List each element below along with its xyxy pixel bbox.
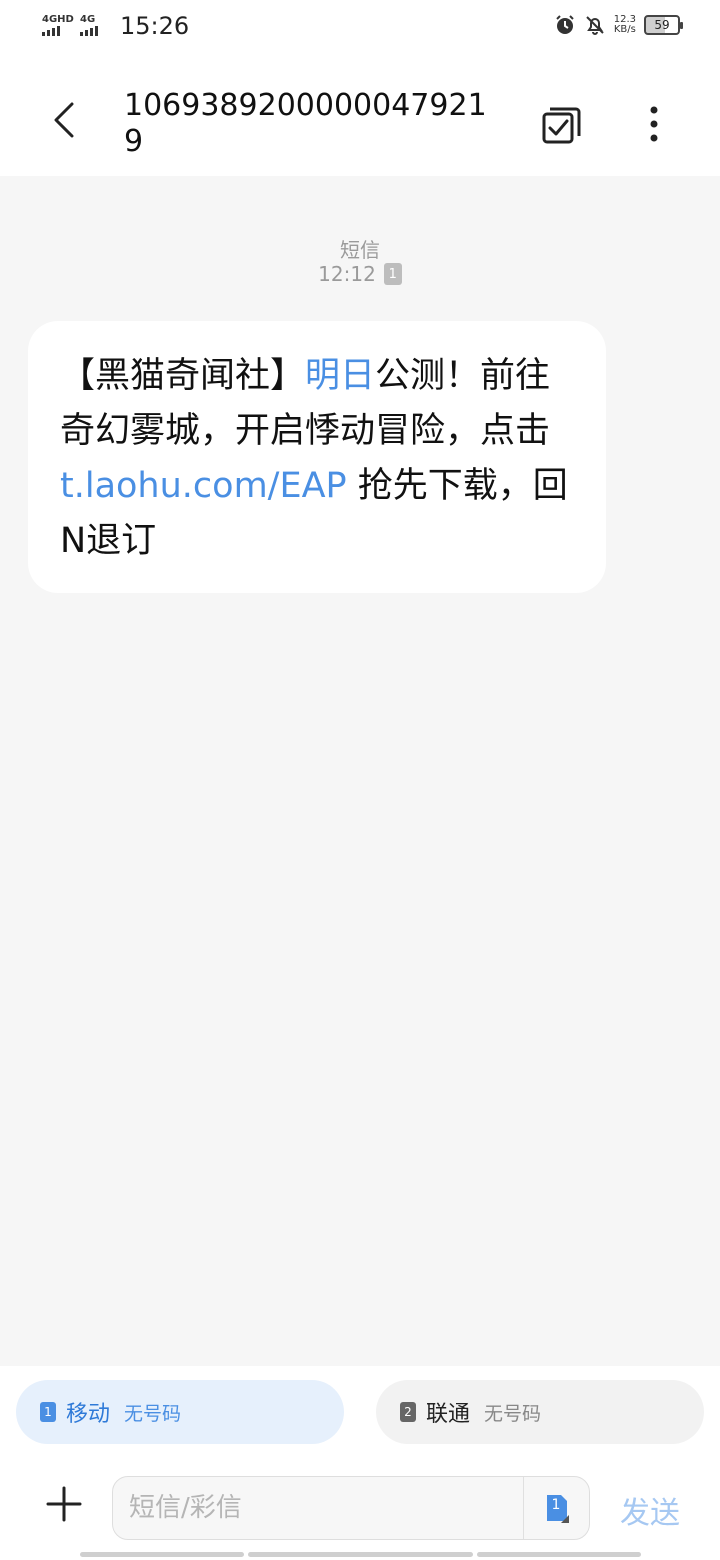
multi-select-button[interactable] [538,102,586,150]
more-options-button[interactable] [636,102,672,150]
sim1-signal-icon: 4GHD [42,14,74,36]
more-vertical-icon [650,106,658,142]
message-part-1: 【黑猫奇闻社】 [60,356,306,396]
network-speed: 12.3 KB/s [614,15,636,35]
sim2-number: 无号码 [484,1402,542,1425]
message-input[interactable] [129,1477,519,1539]
sim-card-icon: 1 [40,1402,56,1422]
sim-switch-button[interactable]: 1 [545,1493,569,1523]
sim-card-number: 1 [388,266,397,282]
message-input-wrapper: 1 [112,1476,590,1540]
conversation-type-label: 短信 [340,238,380,262]
sim1-badge: 1 [44,1405,52,1419]
checkbox-select-icon [542,107,581,144]
battery-level: 59 [654,18,670,32]
status-icons: 12.3 KB/s 59 [554,14,683,36]
contact-title: 10693892000000479219 [124,88,487,159]
battery-icon: 59 [644,15,683,35]
sim-card-icon: 1 [383,263,402,285]
alarm-icon [556,15,574,34]
message-timestamp-row: 12:12 1 [0,262,720,286]
network-speed-unit: KB/s [613,24,636,35]
message-bubble[interactable]: 【黑猫奇闻社】明日公测！前往奇幻雾城，开启悸动冒险，点击 t.laohu.com… [28,321,606,593]
message-link-url[interactable]: t.laohu.com/EAP [60,466,347,506]
status-time: 15:26 [120,12,190,40]
send-button[interactable]: 发送 [620,1488,680,1532]
sim2-name: 联通 [426,1402,471,1427]
back-button[interactable] [42,96,90,144]
sim2-option[interactable]: 2 联通 无号码 [376,1380,704,1444]
sim1-number: 无号码 [124,1402,182,1425]
message-text: 【黑猫奇闻社】明日公测！前往奇幻雾城，开启悸动冒险，点击 t.laohu.com… [60,349,576,569]
status-bar: 4GHD 4G 15:26 12.3 KB/s 59 [0,0,720,56]
attach-button[interactable] [42,1482,86,1526]
message-link-date[interactable]: 明日 [305,356,375,396]
message-time: 12:12 [318,262,376,286]
plus-icon [46,1486,82,1522]
sim-selector: 1 移动 无号码 2 联通 无号码 [0,1366,720,1458]
nav-hint-bar [477,1552,641,1557]
conversation-header: 10693892000000479219 [0,56,720,176]
sim1-option[interactable]: 1 移动 无号码 [16,1380,344,1444]
nav-hint-bar [248,1552,473,1557]
sim-switch-number: 1 [551,1497,561,1513]
sim1-network-label: 4GHD [42,14,74,25]
chevron-left-icon [54,102,74,138]
sim2-network-label: 4G [80,14,96,25]
sim2-badge: 2 [404,1405,412,1419]
sim1-name: 移动 [66,1402,111,1427]
nav-hint-bar [80,1552,244,1557]
sim2-signal-icon: 4G [80,14,98,36]
message-composer: 1 发送 [0,1458,720,1560]
sim-card-icon: 2 [400,1402,416,1422]
mute-bell-icon [586,16,604,35]
input-divider [523,1477,524,1539]
